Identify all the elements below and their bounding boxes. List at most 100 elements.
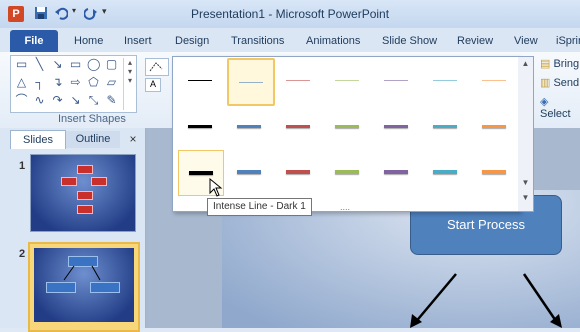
tab-file[interactable]: File xyxy=(10,30,58,52)
edit-shape-button[interactable] xyxy=(145,58,169,76)
line-swatch xyxy=(433,170,457,174)
line-swatch xyxy=(384,79,408,81)
line-style-intense-5[interactable] xyxy=(374,150,418,194)
arrow-shape-icon[interactable]: ↘ xyxy=(51,58,64,71)
line-style-thin-2[interactable] xyxy=(227,58,275,106)
line-swatch xyxy=(433,124,457,128)
tab-ispring[interactable]: iSpring xyxy=(556,35,580,47)
line-swatch xyxy=(482,79,506,81)
line-style-moderate-2[interactable] xyxy=(227,104,271,148)
tab-animations[interactable]: Animations xyxy=(306,35,360,47)
style-tooltip: Intense Line - Dark 1 xyxy=(207,198,312,216)
tab-design[interactable]: Design xyxy=(175,35,209,47)
tab-review[interactable]: Review xyxy=(457,35,493,47)
thumb-arrows xyxy=(63,265,101,281)
line-shape-icon[interactable]: ╲ xyxy=(33,58,46,71)
gallery-more-icon[interactable]: ▼ xyxy=(520,192,531,204)
line-style-thin-3[interactable] xyxy=(276,58,320,102)
slide-thumbnail-2-selected[interactable] xyxy=(28,242,140,332)
tab-slide-show[interactable]: Slide Show xyxy=(382,35,437,47)
oval-shape-icon[interactable]: ◯ xyxy=(87,58,100,71)
line-swatch xyxy=(286,124,310,128)
line-swatch xyxy=(482,124,506,128)
pentagon-shape-icon[interactable]: ⬠ xyxy=(87,76,100,89)
double-arrow-icon[interactable]: ⤡ xyxy=(87,94,100,107)
mouse-cursor-icon xyxy=(209,178,223,197)
line-style-moderate-4[interactable] xyxy=(325,104,369,148)
line-swatch xyxy=(239,81,263,83)
window-title: Presentation1 - Microsoft PowerPoint xyxy=(190,7,390,21)
scroll-down-icon[interactable]: ▼ xyxy=(520,177,531,189)
right-arrow-shape-icon[interactable]: ⇨ xyxy=(69,76,82,89)
send-backward-icon: ▥ xyxy=(540,77,551,89)
line-style-intense-2[interactable] xyxy=(227,150,271,194)
send-backward-button[interactable]: ▥ Send xyxy=(540,76,579,89)
curved-connector-icon[interactable]: ∿ xyxy=(33,94,46,107)
insert-shapes-group-label: Insert Shapes xyxy=(58,113,126,125)
bring-forward-button[interactable]: ▤ Bring xyxy=(540,57,579,70)
line-swatch xyxy=(188,79,212,81)
thumb-shape xyxy=(77,191,93,200)
line-style-intense-7[interactable] xyxy=(472,150,516,194)
bring-forward-label: Bring xyxy=(553,58,580,70)
line-style-moderate-7[interactable] xyxy=(472,104,516,148)
elbow-arrow-icon[interactable]: ↴ xyxy=(51,76,64,89)
line-style-thin-7[interactable] xyxy=(472,58,516,102)
line-swatch xyxy=(189,171,213,175)
tab-home[interactable]: Home xyxy=(74,35,103,47)
line-style-moderate-5[interactable] xyxy=(374,104,418,148)
selection-pane-button[interactable]: ◈ Select xyxy=(540,95,580,120)
curve-shape-icon[interactable]: ⌒ xyxy=(15,94,28,107)
tab-outline[interactable]: Outline xyxy=(66,131,120,148)
line-swatch xyxy=(384,124,408,128)
thumb-shape xyxy=(61,177,77,186)
diagonal-arrow-icon[interactable]: ↘ xyxy=(69,94,82,107)
line-swatch xyxy=(433,79,457,81)
rounded-rectangle-shape-icon[interactable]: ▢ xyxy=(105,58,118,71)
line-style-moderate-3[interactable] xyxy=(276,104,320,148)
line-swatch xyxy=(335,170,359,174)
rectangle-shape-icon[interactable]: ▭ xyxy=(69,58,82,71)
connector-arrows[interactable] xyxy=(400,268,580,328)
flowchart-shape-icon[interactable]: ▱ xyxy=(105,76,118,89)
line-swatch xyxy=(335,124,359,128)
tab-transitions[interactable]: Transitions xyxy=(231,35,284,47)
text-box-icon[interactable]: A xyxy=(145,78,161,92)
tab-view[interactable]: View xyxy=(514,35,538,47)
tab-insert[interactable]: Insert xyxy=(124,35,152,47)
line-swatch xyxy=(188,124,212,128)
thumb-shape xyxy=(77,205,93,214)
elbow-connector-icon[interactable]: ┐ xyxy=(33,76,46,89)
curved-arrow-icon[interactable]: ↷ xyxy=(51,94,64,107)
line-swatch xyxy=(286,79,310,81)
send-backward-label: Send xyxy=(553,77,580,89)
shapes-gallery[interactable]: ▭ ╲ ↘ ▭ ◯ ▢ △ ┐ ↴ ⇨ ⬠ ▱ ⌒ ∿ ↷ ↘ ⤡ ✎ ▴ ▾ ▾ xyxy=(10,55,137,113)
close-pane-icon[interactable]: × xyxy=(126,132,140,146)
text-box-shape-icon[interactable]: ▭ xyxy=(15,58,28,71)
thumb-shape xyxy=(77,165,93,174)
slide-thumbnail-1[interactable] xyxy=(30,154,136,232)
slide-thumbnail-2 xyxy=(34,248,134,322)
bring-forward-icon: ▤ xyxy=(540,58,551,70)
freeform-shape-icon[interactable]: ✎ xyxy=(105,94,118,107)
scroll-up-icon[interactable]: ▲ xyxy=(520,58,531,70)
line-style-moderate-1[interactable] xyxy=(178,104,222,148)
line-style-thin-6[interactable] xyxy=(423,58,467,102)
thumb-shape xyxy=(91,177,107,186)
line-style-intense-4[interactable] xyxy=(325,150,369,194)
tab-slides[interactable]: Slides xyxy=(10,130,66,149)
line-style-intense-6[interactable] xyxy=(423,150,467,194)
slide-number-1: 1 xyxy=(19,160,26,172)
line-swatch xyxy=(237,170,261,174)
slide-number-2: 2 xyxy=(19,248,26,260)
line-style-moderate-6[interactable] xyxy=(423,104,467,148)
line-style-intense-3[interactable] xyxy=(276,150,320,194)
line-style-thin-4[interactable] xyxy=(325,58,369,102)
line-swatch xyxy=(335,79,359,81)
shapes-scroll[interactable]: ▴ ▾ ▾ xyxy=(123,58,136,110)
selection-pane-icon: ◈ xyxy=(540,96,549,108)
line-style-thin-1[interactable] xyxy=(178,58,222,102)
selection-pane-label: Select xyxy=(540,108,571,120)
triangle-shape-icon[interactable]: △ xyxy=(15,76,28,89)
line-style-thin-5[interactable] xyxy=(374,58,418,102)
